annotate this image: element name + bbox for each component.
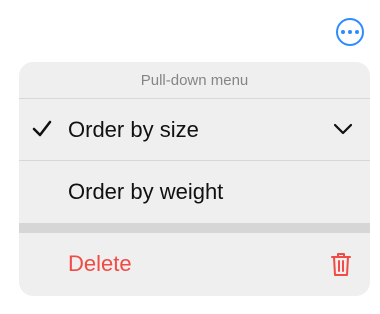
more-dot-icon: [348, 30, 352, 34]
more-dot-icon: [341, 30, 345, 34]
checkmark-icon: [32, 120, 52, 137]
order-by-weight-label: Order by weight: [68, 179, 224, 204]
order-by-size-label: Order by size: [68, 116, 199, 142]
pull-down-menu: Pull-down menu Order by size Order by we…: [19, 62, 370, 296]
more-options-button[interactable]: [336, 18, 364, 46]
order-by-weight-item[interactable]: Order by weight: [19, 161, 370, 223]
menu-section-separator: [19, 223, 370, 233]
pull-down-menu-screen: Pull-down menu Order by size Order by we…: [0, 0, 380, 314]
chevron-down-icon: [334, 123, 352, 135]
order-by-size-item[interactable]: Order by size: [19, 99, 370, 161]
delete-item[interactable]: Delete: [19, 233, 370, 294]
menu-title: Pull-down menu: [19, 62, 370, 99]
trash-icon: [331, 253, 351, 276]
delete-label: Delete: [68, 250, 132, 276]
more-dot-icon: [355, 30, 359, 34]
